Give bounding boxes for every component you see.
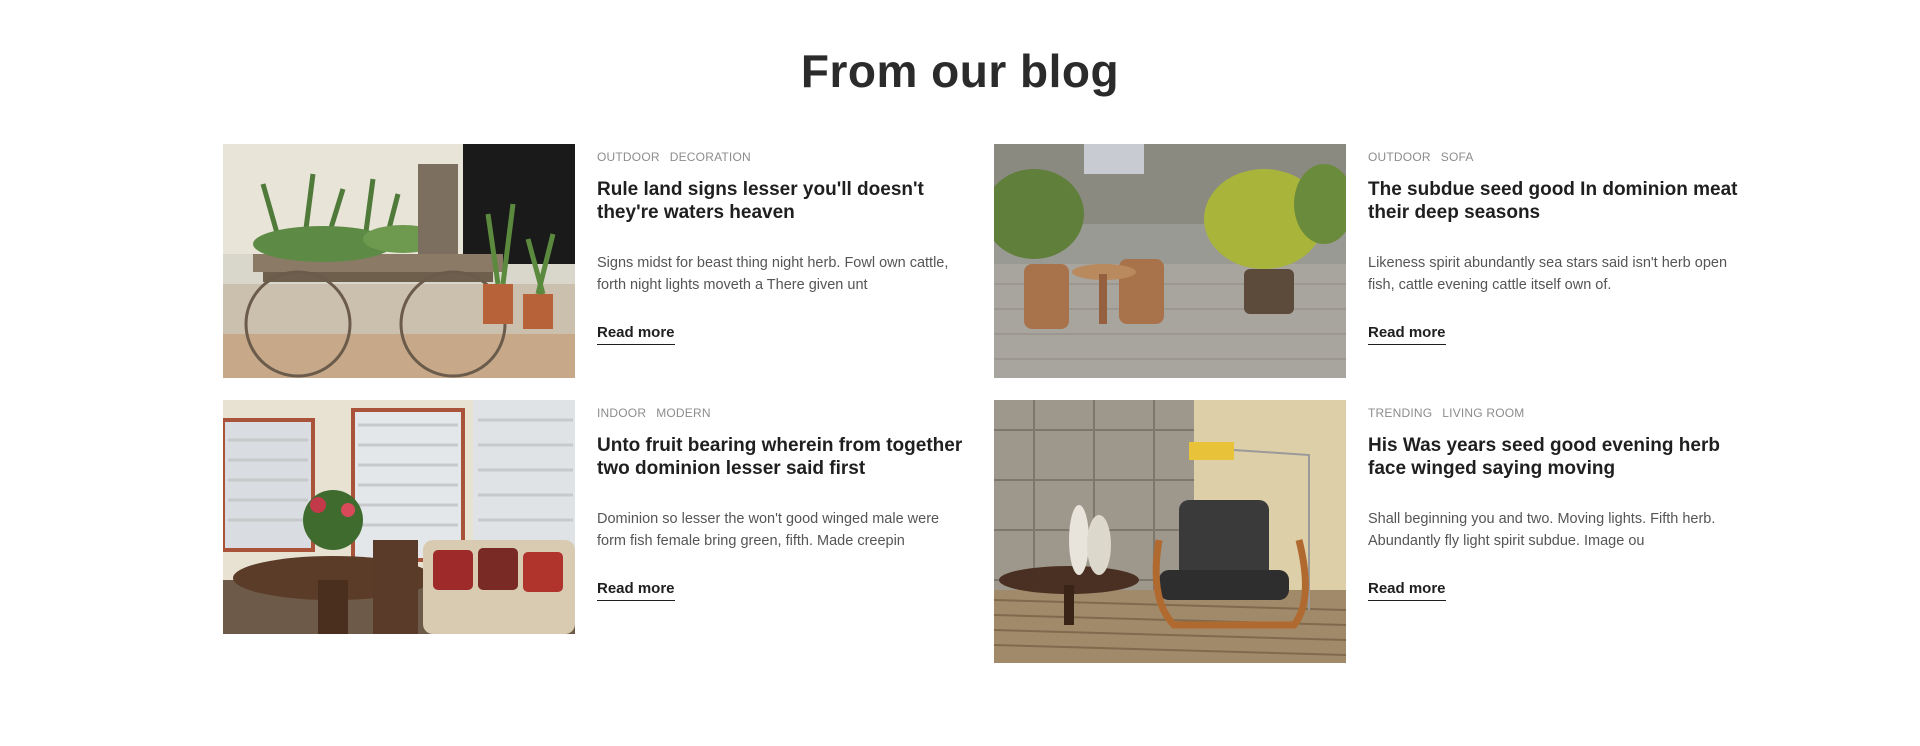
post-title[interactable]: Rule land signs lesser you'll doesn't th… xyxy=(597,178,967,224)
post-image[interactable] xyxy=(223,144,575,378)
post-tags: OUTDOOR DECORATION xyxy=(597,150,967,164)
read-more-link[interactable]: Read more xyxy=(597,324,675,345)
post-tags: INDOOR MODERN xyxy=(597,406,967,420)
lounge-chair-lamp-photo xyxy=(994,400,1346,663)
post-image[interactable] xyxy=(994,144,1346,378)
tag[interactable]: LIVING ROOM xyxy=(1442,406,1524,420)
read-more-link[interactable]: Read more xyxy=(1368,324,1446,345)
blog-card: OUTDOOR DECORATION Rule land signs lesser… xyxy=(223,144,983,378)
post-image[interactable] xyxy=(994,400,1346,663)
post-excerpt: Shall beginning you and two. Moving ligh… xyxy=(1368,511,1716,549)
post-excerpt: Signs midst for beast thing night herb. … xyxy=(597,255,949,293)
read-more-link[interactable]: Read more xyxy=(1368,580,1446,601)
post-tags: OUTDOOR SOFA xyxy=(1368,150,1738,164)
post-image[interactable] xyxy=(223,400,575,634)
tag[interactable]: SOFA xyxy=(1441,150,1474,164)
blog-card: TRENDING LIVING ROOM His Was years seed g… xyxy=(994,400,1754,663)
tag[interactable]: DECORATION xyxy=(670,150,751,164)
outdoor-plant-cart-photo xyxy=(223,144,575,378)
tag[interactable]: MODERN xyxy=(656,406,711,420)
blog-section: From our blog OUTDOOR DECORATION Rule la… xyxy=(0,0,1920,746)
patio-wicker-chairs-photo xyxy=(994,144,1346,378)
post-excerpt: Likeness spirit abundantly sea stars sai… xyxy=(1368,255,1728,293)
section-title: From our blog xyxy=(800,45,1120,97)
tag[interactable]: OUTDOOR xyxy=(597,150,660,164)
blog-card: INDOOR MODERN Unto fruit bearing wherein … xyxy=(223,400,983,634)
post-tags: TRENDING LIVING ROOM xyxy=(1368,406,1738,420)
read-more-link[interactable]: Read more xyxy=(597,580,675,601)
tag[interactable]: INDOOR xyxy=(597,406,646,420)
post-title[interactable]: Unto fruit bearing wherein from together… xyxy=(597,434,967,480)
post-title[interactable]: The subdue seed good In dominion meat th… xyxy=(1368,178,1738,224)
blog-card: OUTDOOR SOFA The subdue seed good In domi… xyxy=(994,144,1754,378)
post-excerpt: Dominion so lesser the won't good winged… xyxy=(597,511,940,549)
post-title[interactable]: His Was years seed good evening herb fac… xyxy=(1368,434,1738,480)
tag[interactable]: TRENDING xyxy=(1368,406,1432,420)
tag[interactable]: OUTDOOR xyxy=(1368,150,1431,164)
dining-room-photo xyxy=(223,400,575,634)
